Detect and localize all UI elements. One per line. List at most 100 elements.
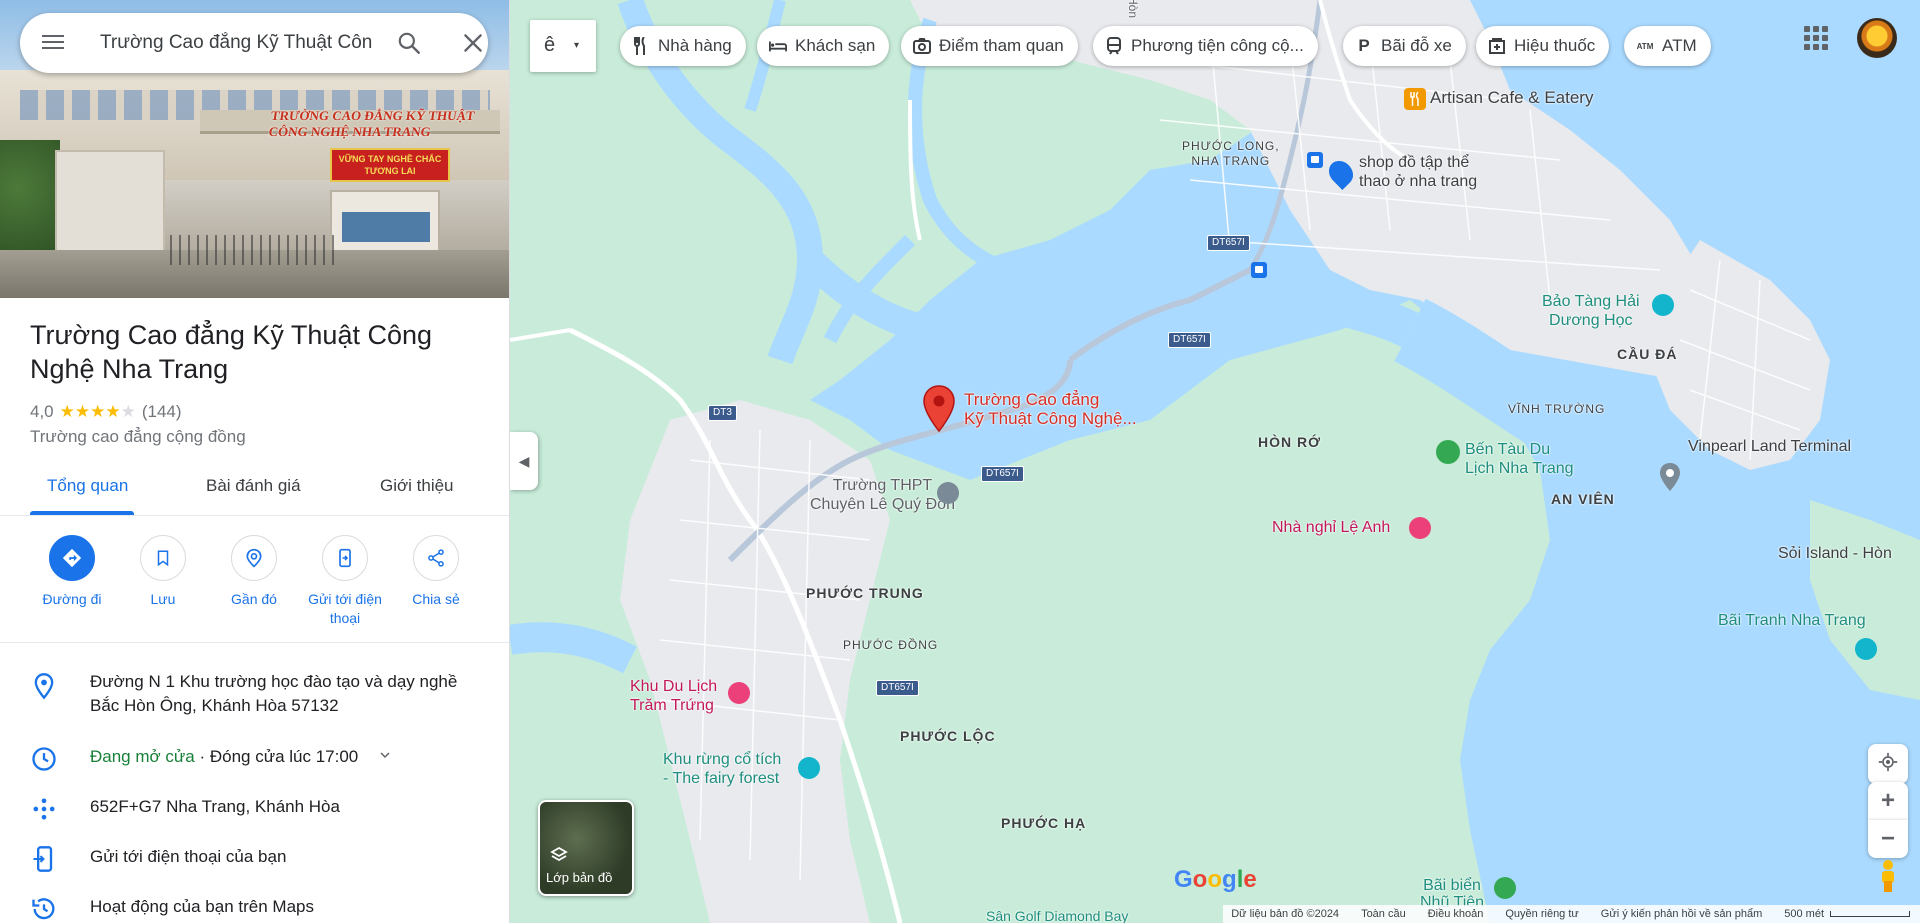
apps-grid-icon[interactable] <box>1804 26 1828 50</box>
poi-khu-du-lich-label[interactable]: Khu Du Lịch Trăm Trứng <box>630 677 717 715</box>
chip-hotels[interactable]: Khách sạn <box>757 26 890 66</box>
selected-place-label[interactable]: Trường Cao đẳng Kỹ Thuật Công Nghệ... <box>964 390 1137 428</box>
hours-text: Đang mở cửa · Đóng cửa lúc 17:00 <box>90 745 490 770</box>
tab-about[interactable]: Giới thiệu <box>380 476 454 496</box>
district-phuoc-long: PHƯỚC LONG, NHA TRANG <box>1182 139 1280 168</box>
poi-artisan-label[interactable]: Artisan Cafe & Eatery <box>1430 88 1593 108</box>
tab-overview[interactable]: Tổng quan <box>47 476 128 496</box>
hours-open: Đang mở cửa <box>90 747 195 766</box>
location-pin-icon <box>30 672 58 700</box>
collapse-panel-button[interactable]: ◀ <box>510 432 538 490</box>
poi-vinpearl-label[interactable]: Vinpearl Land Terminal <box>1688 438 1851 456</box>
footer-terms-link[interactable]: Điều khoản <box>1428 908 1484 920</box>
poi-ben-tau-label[interactable]: Bến Tàu Du Lịch Nha Trang <box>1465 440 1574 478</box>
zoom-in-button[interactable]: + <box>1868 782 1908 820</box>
close-icon[interactable] <box>460 30 486 56</box>
restaurant-pin-icon[interactable] <box>1404 88 1426 110</box>
map-canvas[interactable]: ê ▾ Nhà hàng Khách sạn Điểm tham quan Ph… <box>510 0 1920 923</box>
my-location-icon <box>1878 752 1898 777</box>
pegman-button[interactable] <box>1868 858 1908 898</box>
layers-label: Lớp bản đồ <box>546 870 613 885</box>
lodging-pin-icon[interactable] <box>1409 517 1431 539</box>
bookmark-icon <box>140 535 186 581</box>
district-phuoc-loc: PHƯỚC LỘC <box>900 728 996 744</box>
chip-transit[interactable]: Phương tiện công cộ... <box>1093 26 1318 66</box>
photo-sign-text: TRƯỜNG CAO ĐẲNG KỸ THUẬT CÔNG NGHỆ NHA T… <box>267 108 476 139</box>
bus-stop-icon[interactable] <box>1307 152 1323 168</box>
district-cau-da: CẦU ĐÁ <box>1617 346 1678 362</box>
beach-pin-icon[interactable] <box>1494 877 1516 899</box>
google-logo: Google <box>1174 866 1257 893</box>
address-row[interactable]: Đường N 1 Khu trường học đào tạo và dạy … <box>0 670 509 724</box>
layers-button[interactable]: Lớp bản đồ <box>538 800 634 896</box>
chip-parking[interactable]: P Bãi đỗ xe <box>1343 26 1466 66</box>
scale-bar[interactable]: 500 mét <box>1784 908 1910 920</box>
poi-bai-tranh-label[interactable]: Bãi Tranh Nha Trang <box>1718 612 1866 630</box>
poi-bao-tang-label[interactable]: Bảo Tàng Hải Dương Học <box>1542 292 1640 330</box>
chip-attractions[interactable]: Điểm tham quan <box>901 26 1078 66</box>
resort-pin-icon[interactable] <box>728 682 750 704</box>
footer-privacy-link[interactable]: Quyền riêng tư <box>1505 908 1578 920</box>
phone-send-icon <box>30 845 58 873</box>
school-pin-icon[interactable] <box>937 482 959 504</box>
account-avatar[interactable] <box>1857 18 1897 58</box>
park-pin-icon[interactable] <box>798 757 820 779</box>
plus-code-icon <box>30 795 58 823</box>
map-mode-toggle[interactable]: ê ▾ <box>530 20 596 72</box>
poi-shop-label[interactable]: shop đồ tập thể thao ở nha trang <box>1359 153 1477 191</box>
terminal-pin-icon[interactable] <box>1658 462 1682 492</box>
plus-code-row[interactable]: 652F+G7 Nha Trang, Khánh Hòa <box>0 795 509 825</box>
poi-soi-island-label[interactable]: Sỏi Island - Hòn <box>1778 545 1892 563</box>
directions-button[interactable]: Đường đi <box>27 533 117 609</box>
my-location-button[interactable] <box>1868 744 1908 784</box>
rating-row[interactable]: 4,0 ★★★★★ (144) <box>30 402 182 422</box>
district-vinh-truong: VĨNH TRƯỜNG <box>1508 402 1606 416</box>
poi-thpt-label[interactable]: Trường THPT Chuyên Lê Quý Đôn <box>810 476 955 514</box>
place-panel: TRƯỜNG CAO ĐẲNG KỸ THUẬT CÔNG NGHỆ NHA T… <box>0 0 510 923</box>
chip-atm[interactable]: ATM ATM <box>1624 26 1711 66</box>
footer-global-link[interactable]: Toàn cầu <box>1361 908 1406 920</box>
bus-stop-icon[interactable] <box>1251 262 1267 278</box>
search-icon[interactable] <box>396 30 422 56</box>
activity-row[interactable]: Hoạt động của bạn trên Maps <box>0 895 509 923</box>
photo-banner: VỮNG TAY NGHỀ CHẮC TƯƠNG LAI <box>330 148 450 182</box>
chip-pharmacy[interactable]: Hiệu thuốc <box>1476 26 1610 66</box>
send-to-phone-button[interactable]: Gửi tới điện thoại <box>300 533 390 628</box>
road-shield: DT657I <box>876 680 919 696</box>
chip-restaurants[interactable]: Nhà hàng <box>620 26 746 66</box>
poi-nha-nghi-label[interactable]: Nhà nghỉ Lệ Anh <box>1272 519 1390 537</box>
footer-feedback-link[interactable]: Gửi ý kiến phản hồi về sản phẩm <box>1601 908 1762 920</box>
address-line-1: Đường N 1 Khu trường học đào tạo và dạy … <box>90 672 458 691</box>
map-data-credit: Dữ liệu bản đồ ©2024 <box>1231 908 1340 920</box>
poi-khu-rung-label[interactable]: Khu rừng cổ tích - The fairy forest <box>663 750 781 788</box>
ferry-pin-icon[interactable] <box>1436 440 1460 464</box>
map-mode-letter: ê <box>544 34 556 56</box>
selected-place-pin[interactable] <box>922 385 956 438</box>
search-input[interactable] <box>100 27 380 59</box>
district-phuoc-dong: PHƯỚC ĐỒNG <box>843 638 939 652</box>
menu-icon[interactable] <box>40 31 66 57</box>
google-maps-app: TRƯỜNG CAO ĐẲNG KỸ THUẬT CÔNG NGHỆ NHA T… <box>0 0 1920 923</box>
district-phuoc-ha: PHƯỚC HẠ <box>1001 815 1087 831</box>
share-icon <box>413 535 459 581</box>
chevron-down-icon[interactable] <box>377 746 393 770</box>
chip-transit-label: Phương tiện công cộ... <box>1131 36 1304 55</box>
chip-attractions-label: Điểm tham quan <box>939 36 1064 55</box>
send-phone-row[interactable]: Gửi tới điện thoại của bạn <box>0 845 509 875</box>
place-category[interactable]: Trường cao đẳng cộng đồng <box>30 427 246 447</box>
nearby-button[interactable]: Gần đó <box>209 533 299 609</box>
review-count[interactable]: (144) <box>142 402 182 422</box>
district-phuoc-trung: PHƯỚC TRUNG <box>806 585 924 601</box>
museum-pin-icon[interactable] <box>1652 294 1674 316</box>
send-phone-text: Gửi tới điện thoại của bạn <box>90 847 287 866</box>
poi-san-golf-label[interactable]: Sân Golf Diamond Bay <box>986 908 1128 923</box>
save-button[interactable]: Lưu <box>118 533 208 609</box>
share-label: Chia sẻ <box>412 591 460 607</box>
zoom-out-button[interactable]: − <box>1868 820 1908 858</box>
tab-reviews[interactable]: Bài đánh giá <box>206 476 301 496</box>
address-text: Đường N 1 Khu trường học đào tạo và dạy … <box>90 670 490 718</box>
beach-pin-icon[interactable] <box>1855 638 1877 660</box>
hours-row[interactable]: Đang mở cửa · Đóng cửa lúc 17:00 <box>0 745 509 775</box>
share-button[interactable]: Chia sẻ <box>391 533 481 609</box>
road-shield: DT3 <box>708 405 737 421</box>
